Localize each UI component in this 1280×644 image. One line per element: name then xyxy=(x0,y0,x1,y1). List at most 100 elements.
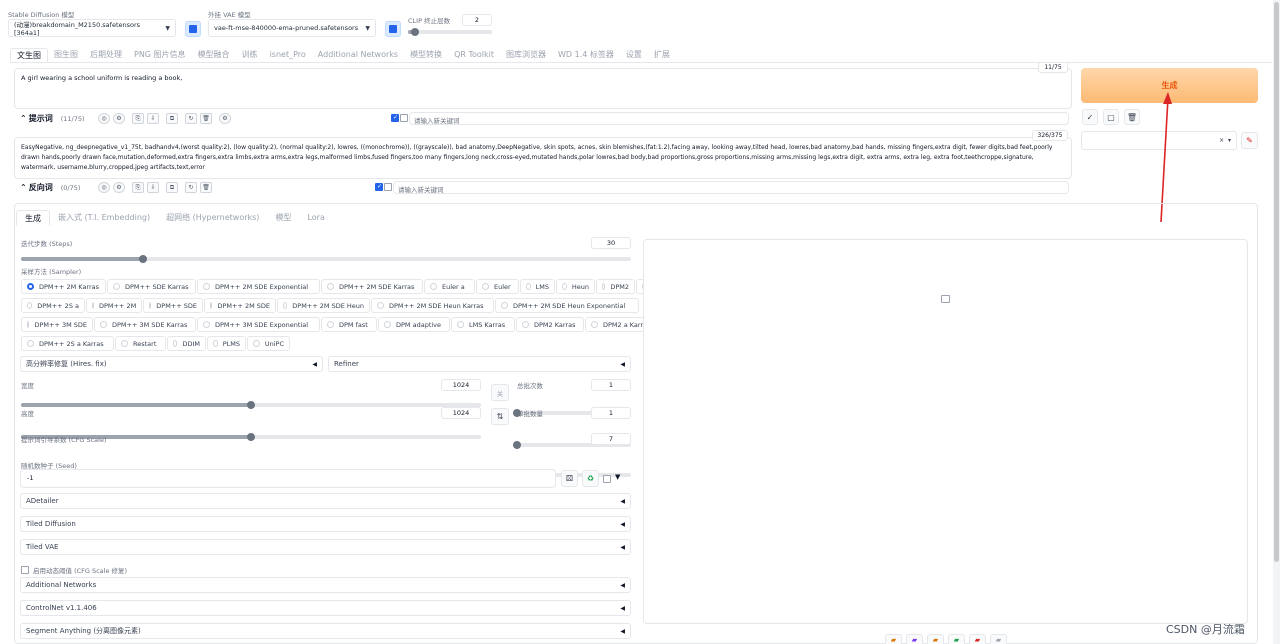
tab-2[interactable]: 后期处理 xyxy=(84,48,128,62)
random-seed-button[interactable]: ⚄ xyxy=(561,470,578,487)
accordion-accordions-1[interactable]: Tiled Diffusion ◀ xyxy=(20,516,631,532)
prompt-keyword-checkbox[interactable] xyxy=(391,114,399,122)
refiner-accordion[interactable]: Refiner ◀ xyxy=(328,356,631,372)
zip-icon[interactable]: ▰ xyxy=(927,634,944,644)
folder-icon[interactable]: ▰ xyxy=(885,634,902,644)
extra-seed-checkbox[interactable] xyxy=(603,475,611,483)
batch-count-value[interactable]: 1 xyxy=(591,379,631,391)
history-icon[interactable]: ⧉ xyxy=(166,113,178,124)
sampler-option[interactable]: DPM++ 2M SDE Exponential xyxy=(197,279,320,294)
subtab-4[interactable]: Lora xyxy=(299,210,332,226)
sampler-option[interactable]: DPM++ 2M SDE xyxy=(204,298,276,313)
accordion-accordions2-1[interactable]: ControlNet v1.1.406 ◀ xyxy=(20,600,631,616)
refresh-icon[interactable]: ↻ xyxy=(185,182,197,193)
refresh-vae-button[interactable] xyxy=(385,21,401,37)
tab-7[interactable]: Additional Networks xyxy=(312,48,404,62)
sampler-option[interactable]: DPM++ 3M SDE Karras xyxy=(94,317,196,332)
refresh-icon[interactable]: ↻ xyxy=(185,113,197,124)
page-scrollbar[interactable] xyxy=(1273,0,1280,644)
sampler-option[interactable]: DPM++ SDE Karras xyxy=(107,279,196,294)
history-icon[interactable]: ⧉ xyxy=(166,182,178,193)
batch-size-value[interactable]: 1 xyxy=(591,407,631,419)
subtab-1[interactable]: 嵌入式 (T.I. Embedding) xyxy=(50,210,158,226)
tab-12[interactable]: 设置 xyxy=(620,48,648,62)
sampler-option[interactable]: Euler xyxy=(476,279,519,294)
settings-icon[interactable]: ⚙ xyxy=(219,113,231,124)
sampler-option[interactable]: Restart xyxy=(115,336,166,351)
tab-4[interactable]: 模型融合 xyxy=(192,48,236,62)
width-slider[interactable] xyxy=(21,400,481,409)
prompt-keyword-checkbox-2[interactable] xyxy=(400,114,408,122)
sampler-option[interactable]: DPM2 Karras xyxy=(516,317,584,332)
steps-slider[interactable] xyxy=(21,254,631,263)
sampler-option[interactable]: DPM++ 2M Karras xyxy=(21,279,106,294)
clip-slider-knob[interactable] xyxy=(410,27,419,36)
globe-icon[interactable]: ◎ xyxy=(98,182,110,193)
dynamic-cfg-checkbox[interactable] xyxy=(21,566,29,574)
subtab-3[interactable]: 模型 xyxy=(267,210,299,226)
globe-icon[interactable]: ◎ xyxy=(98,113,110,124)
slider-knob[interactable] xyxy=(247,400,255,409)
save-icon[interactable]: ▰ xyxy=(906,634,923,644)
clear-icon[interactable]: × ▾ xyxy=(1219,137,1231,144)
accordion-accordions2-0[interactable]: Additional Networks ◀ xyxy=(20,577,631,593)
clip-value[interactable]: 2 xyxy=(462,14,492,26)
sampler-option[interactable]: UniPC xyxy=(247,336,290,351)
edit-style-button[interactable]: ✎ xyxy=(1241,132,1258,149)
gear-icon[interactable]: ⚙ xyxy=(113,113,125,124)
vae-dropdown[interactable]: vae-ft-mse-840000-ema-pruned.safetensors… xyxy=(208,19,376,37)
sampler-option[interactable]: PLMS xyxy=(207,336,246,351)
copy-icon[interactable]: ⎘ xyxy=(132,182,144,193)
import-icon[interactable]: ⇩ xyxy=(147,182,159,193)
tab-6[interactable]: isnet_Pro xyxy=(264,48,312,62)
accordion-accordions2-2[interactable]: Segment Anything (分离图像元素) ◀ xyxy=(20,623,631,639)
accordion-accordions-2[interactable]: Tiled VAE ◀ xyxy=(20,539,631,555)
sampler-option[interactable]: DDIM xyxy=(167,336,206,351)
prompt-input[interactable]: A girl wearing a school uniform is readi… xyxy=(14,68,1072,109)
trash-icon[interactable]: 🗑 xyxy=(200,182,212,193)
sampler-option[interactable]: DPM++ 2M SDE Heun xyxy=(277,298,370,313)
send-to-extras-icon[interactable]: ▰ xyxy=(990,634,1007,644)
aspect-lock-button[interactable]: 关 xyxy=(491,384,509,401)
import-icon[interactable]: ⇩ xyxy=(147,113,159,124)
tab-0[interactable]: 文生图 xyxy=(10,48,48,62)
accordion-accordions-0[interactable]: ADetailer ◀ xyxy=(20,493,631,509)
negative-keyword-input[interactable]: 请输入新关键词 xyxy=(393,181,1069,194)
copy-style-button[interactable]: ▢ xyxy=(1103,109,1119,125)
sampler-option[interactable]: DPM++ 2M SDE Karras xyxy=(321,279,423,294)
sampler-option[interactable]: DPM++ SDE xyxy=(143,298,203,313)
width-value[interactable]: 1024 xyxy=(441,379,481,391)
sampler-option[interactable]: Euler a xyxy=(424,279,475,294)
reuse-seed-button[interactable]: ♻ xyxy=(582,470,599,487)
extra-seed-toggle-icon[interactable]: ▼ xyxy=(615,473,620,481)
tab-9[interactable]: QR Toolkit xyxy=(448,48,500,62)
cfg-value[interactable]: 7 xyxy=(591,433,631,445)
refresh-model-button[interactable] xyxy=(185,21,201,37)
sampler-option[interactable]: DPM++ 2M xyxy=(86,298,142,313)
negative-prompt-input[interactable]: EasyNegative, ng_deepnegative_v1_75t, ba… xyxy=(14,137,1072,179)
tab-10[interactable]: 图库浏览器 xyxy=(500,48,552,62)
tab-5[interactable]: 训练 xyxy=(236,48,264,62)
height-value[interactable]: 1024 xyxy=(441,407,481,419)
sampler-option[interactable]: DPM++ 3M SDE xyxy=(21,317,93,332)
hires-fix-accordion[interactable]: 高分辨率修复 (Hires. fix) ◀ xyxy=(20,356,323,372)
sampler-option[interactable]: DPM++ 2S a xyxy=(21,298,85,313)
send-to-img2img-icon[interactable]: ▰ xyxy=(948,634,965,644)
negative-keyword-checkbox-2[interactable] xyxy=(384,183,392,191)
gear-icon[interactable]: ⚙ xyxy=(113,182,125,193)
dynamic-cfg-row[interactable]: 启用动态阈值 (CFG Scale 修复) xyxy=(21,565,127,575)
tab-11[interactable]: WD 1.4 标签器 xyxy=(552,48,620,62)
negative-toolbar-title[interactable]: ⌃ 反向词 (0/75) xyxy=(20,182,80,193)
clip-slider[interactable] xyxy=(408,27,492,36)
sampler-option[interactable]: DPM++ 3M SDE Exponential xyxy=(197,317,320,332)
sampler-option[interactable]: DPM++ 2M SDE Heun Exponential xyxy=(495,298,639,313)
sampler-option[interactable]: DPM fast xyxy=(321,317,377,332)
steps-value[interactable]: 30 xyxy=(591,237,631,249)
trash-icon[interactable]: 🗑 xyxy=(200,113,212,124)
sampler-option[interactable]: DPM++ 2S a Karras xyxy=(21,336,114,351)
sampler-option[interactable]: LMS xyxy=(520,279,555,294)
apply-style-button[interactable]: ✓ xyxy=(1082,109,1098,125)
subtab-0[interactable]: 生成 xyxy=(16,210,50,226)
sampler-option[interactable]: DPM++ 2M SDE Heun Karras xyxy=(371,298,494,313)
sampler-option[interactable]: DPM2 xyxy=(596,279,635,294)
